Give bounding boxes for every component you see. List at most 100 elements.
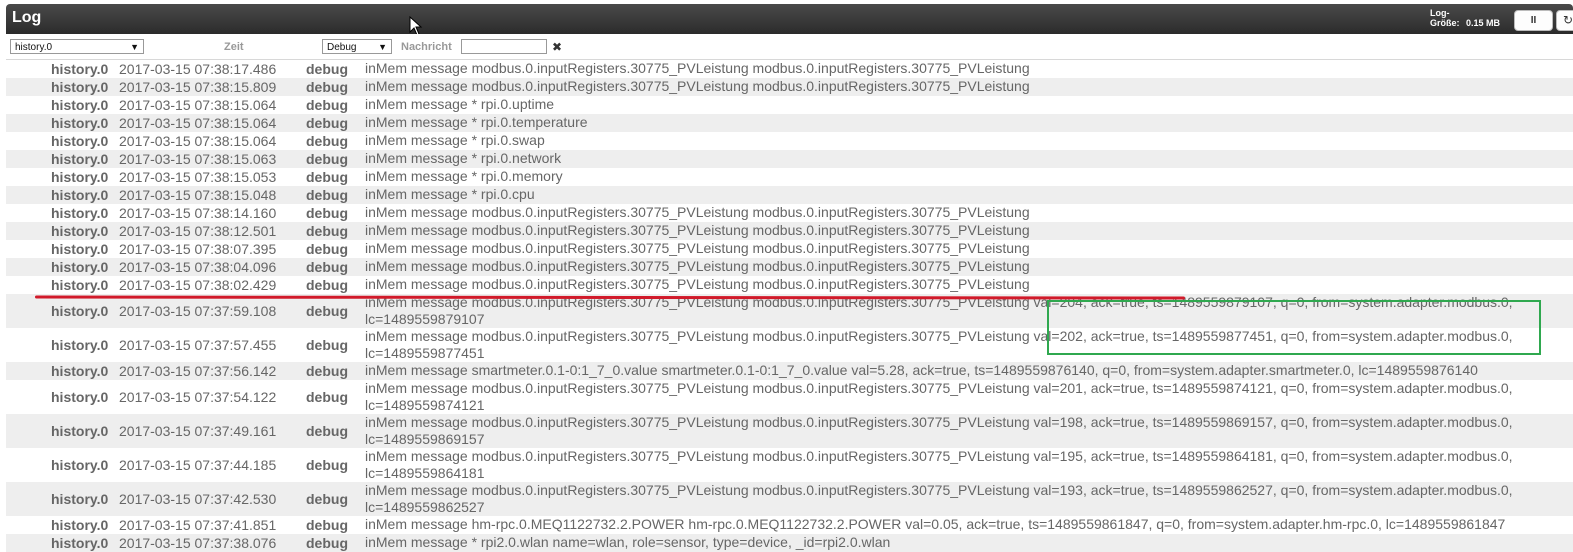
log-row-time: 2017-03-15 07:37:41.851 [119,517,277,533]
log-row-message: inMem message * rpi.0.cpu [365,186,535,202]
log-row-time: 2017-03-15 07:38:07.395 [119,241,277,257]
log-row-level: debug [306,151,348,167]
filter-bar: history.0 ▼ Zeit Debug ▼ Nachricht ✖ [6,34,1573,60]
log-row-message: inMem message modbus.0.inputRegisters.30… [365,380,1513,413]
log-row: history.0 2017-03-15 07:37:44.185 debug inM… [6,448,1573,482]
refresh-button[interactable]: ↻ [1556,10,1573,31]
log-row-message: inMem message hm-rpc.0.MEQ1122732.2.POWE… [365,516,1506,532]
log-size-label-2: Größe: [1430,18,1460,28]
log-row: history.0 2017-03-15 07:38:17.486 debug inM… [6,60,1573,78]
log-row-time: 2017-03-15 07:38:15.064 [119,97,277,113]
log-row-time: 2017-03-15 07:38:15.809 [119,79,277,95]
log-row-time: 2017-03-15 07:38:15.053 [119,169,277,185]
log-row-source: history.0 [51,61,109,77]
log-row-time: 2017-03-15 07:37:44.185 [119,457,277,473]
log-row-level: debug [306,389,348,405]
log-row: history.0 2017-03-15 07:37:54.122 debug inM… [6,380,1573,414]
log-row-source: history.0 [51,115,109,131]
chevron-down-icon: ▼ [378,42,387,52]
log-row-source: history.0 [51,491,109,507]
log-row: history.0 2017-03-15 07:38:15.064 debug inM… [6,114,1573,132]
log-row-source: history.0 [51,259,109,275]
log-row-time: 2017-03-15 07:37:42.530 [119,491,277,507]
clear-filter-icon[interactable]: ✖ [552,40,562,54]
log-row-source: history.0 [51,277,109,293]
log-row-level: debug [306,61,348,77]
log-row: history.0 2017-03-15 07:38:07.395 debug inM… [6,240,1573,258]
log-title-bar: Log Log- Größe: 0.15 MB II ↻ [6,4,1573,36]
log-row-message: inMem message modbus.0.inputRegisters.30… [365,60,1030,76]
log-row-time: 2017-03-15 07:38:15.063 [119,151,277,167]
log-row-level: debug [306,535,348,551]
log-row-time: 2017-03-15 07:37:56.142 [119,363,277,379]
source-filter-select[interactable]: history.0 ▼ [10,39,144,54]
log-row-time: 2017-03-15 07:37:49.161 [119,423,277,439]
log-row: history.0 2017-03-15 07:38:12.501 debug inM… [6,222,1573,240]
message-column-header: Nachricht [401,41,452,53]
log-row-source: history.0 [51,79,109,95]
log-row-level: debug [306,337,348,353]
log-row-message: inMem message modbus.0.inputRegisters.30… [365,482,1513,515]
mouse-cursor-icon [409,16,423,36]
log-row-level: debug [306,517,348,533]
log-row: history.0 2017-03-15 07:38:15.064 debug inM… [6,96,1573,114]
log-row-message: inMem message * rpi.0.network [365,150,562,166]
log-row: history.0 2017-03-15 07:38:15.809 debug inM… [6,78,1573,96]
log-row: history.0 2017-03-15 07:38:15.064 debug inM… [6,132,1573,150]
level-filter-select[interactable]: Debug ▼ [322,39,392,54]
green-box-annotation [1047,300,1541,355]
log-row-source: history.0 [51,241,109,257]
log-row-message: inMem message * rpi.0.memory [365,168,563,184]
log-row: history.0 2017-03-15 07:38:04.096 debug inM… [6,258,1573,276]
log-row-source: history.0 [51,457,109,473]
log-row-time: 2017-03-15 07:38:15.064 [119,133,277,149]
log-row-time: 2017-03-15 07:38:14.160 [119,205,277,221]
log-row-level: debug [306,97,348,113]
log-row: history.0 2017-03-15 07:38:02.429 debug inM… [6,276,1573,294]
log-row-level: debug [306,277,348,293]
log-size-indicator: Log- Größe: 0.15 MB [1430,8,1500,28]
log-size-value: 0.15 MB [1466,18,1501,28]
log-row-time: 2017-03-15 07:38:15.064 [119,115,277,131]
log-row-level: debug [306,303,348,319]
log-row-message: inMem message modbus.0.inputRegisters.30… [365,276,1030,292]
log-row-source: history.0 [51,517,109,533]
log-row-source: history.0 [51,337,109,353]
log-row: history.0 2017-03-15 07:37:41.851 debug inM… [6,516,1573,534]
log-row-time: 2017-03-15 07:37:57.455 [119,337,277,353]
log-row: history.0 2017-03-15 07:37:49.161 debug inM… [6,414,1573,448]
log-row-source: history.0 [51,303,109,319]
log-row-time: 2017-03-15 07:37:54.122 [119,389,277,405]
log-row-level: debug [306,223,348,239]
log-row-level: debug [306,491,348,507]
log-row: history.0 2017-03-15 07:38:15.063 debug inM… [6,150,1573,168]
log-row-source: history.0 [51,363,109,379]
message-filter-input[interactable] [461,39,547,54]
log-row-level: debug [306,259,348,275]
time-column-header: Zeit [224,41,244,53]
log-row-message: inMem message * rpi2.0.wlan name=wlan, r… [365,534,891,550]
log-row-time: 2017-03-15 07:38:04.096 [119,259,277,275]
source-filter-value: history.0 [15,42,53,53]
log-row-message: inMem message modbus.0.inputRegisters.30… [365,222,1030,238]
log-row-level: debug [306,115,348,131]
log-row: history.0 2017-03-15 07:38:14.160 debug inM… [6,204,1573,222]
log-row: history.0 2017-03-15 07:37:56.142 debug inM… [6,362,1573,380]
log-row-level: debug [306,423,348,439]
log-row-message: inMem message * rpi.0.swap [365,132,545,148]
log-row-source: history.0 [51,205,109,221]
log-row: history.0 2017-03-15 07:37:42.530 debug inM… [6,482,1573,516]
log-row-source: history.0 [51,151,109,167]
pause-button[interactable]: II [1514,10,1553,31]
log-row-source: history.0 [51,169,109,185]
log-row-level: debug [306,169,348,185]
log-size-label: Log- [1430,8,1450,18]
log-row-message: inMem message smartmeter.0.1-0:1_7_0.val… [365,362,1478,378]
log-row-level: debug [306,363,348,379]
log-row-message: inMem message modbus.0.inputRegisters.30… [365,204,1030,220]
window-title: Log [12,9,42,26]
log-row-message: inMem message * rpi.0.temperature [365,114,588,130]
refresh-icon: ↻ [1562,13,1573,27]
log-row-level: debug [306,241,348,257]
log-row-source: history.0 [51,423,109,439]
